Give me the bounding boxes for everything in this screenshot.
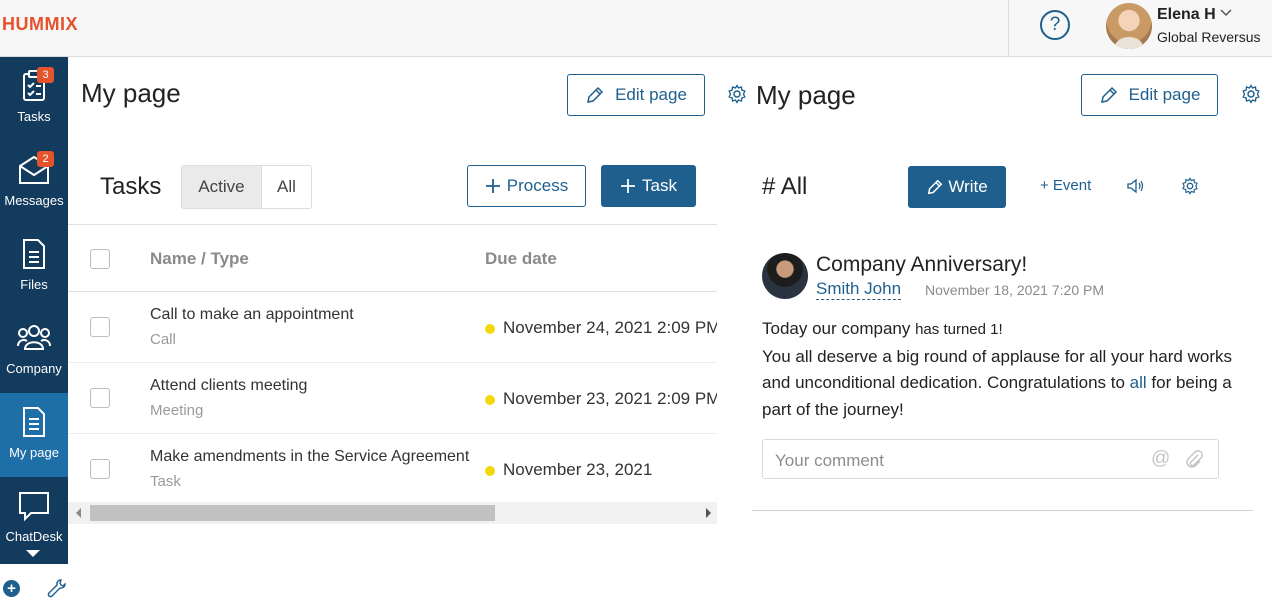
row-checkbox[interactable] [90, 388, 110, 408]
question-circle-icon[interactable]: ? [1040, 10, 1070, 40]
scroll-left-icon[interactable] [76, 508, 81, 518]
page-title-right: My page [756, 80, 856, 110]
post-text: Today our company [762, 319, 916, 338]
sidebar-item-company[interactable]: Company [0, 309, 68, 393]
status-dot [485, 324, 495, 334]
people-icon [17, 325, 51, 350]
task-name[interactable]: Attend clients meeting [150, 377, 307, 395]
logo[interactable]: HUMMIX [2, 14, 78, 35]
table-row[interactable]: Attend clients meeting Meeting November … [68, 363, 717, 434]
task-name[interactable]: Make amendments in the Service Agreement [150, 448, 469, 466]
gear-icon[interactable] [1241, 84, 1261, 104]
table-row[interactable]: Call to make an appointment Call Novembe… [68, 292, 717, 363]
user-name[interactable]: Elena H [1157, 6, 1216, 24]
add-process-button[interactable]: Process [467, 165, 586, 207]
filter-all-tab[interactable]: All [262, 166, 311, 208]
mention-all-link[interactable]: all [1130, 373, 1147, 392]
post-text: has turned 1! [915, 321, 1003, 338]
table-row[interactable]: Make amendments in the Service Agreement… [68, 434, 717, 505]
sidebar-item-label: Company [6, 361, 62, 376]
scrollbar-thumb[interactable] [90, 505, 495, 521]
plus-icon [485, 179, 500, 193]
table-header: Name / Type Due date [68, 224, 717, 292]
tasks-table: Name / Type Due date Call to make an app… [68, 224, 717, 524]
user-org: Global Reversus [1157, 29, 1261, 45]
page-icon [23, 407, 45, 437]
filter-active-tab[interactable]: Active [182, 166, 262, 208]
add-event-button[interactable]: + Event [1040, 177, 1091, 194]
horizontal-scrollbar[interactable] [68, 502, 717, 524]
badge-tasks: 3 [37, 67, 54, 83]
task-due: November 23, 2021 [503, 460, 653, 479]
post-author-avatar[interactable] [762, 253, 808, 299]
topbar-divider [1008, 0, 1009, 57]
sidebar-item-messages[interactable]: 2 Messages [0, 141, 68, 225]
gear-icon[interactable] [1181, 177, 1199, 195]
avatar[interactable] [1106, 3, 1152, 49]
page-title-left: My page [81, 78, 181, 108]
sidebar-item-tasks[interactable]: 3 Tasks [0, 57, 68, 141]
scroll-right-icon[interactable] [706, 508, 711, 518]
sidebar-item-my-page[interactable]: My page [0, 393, 68, 477]
chevron-down-icon[interactable] [1220, 6, 1232, 21]
sidebar-item-label: My page [9, 445, 59, 460]
edit-page-label: Edit page [1128, 85, 1201, 104]
select-all-checkbox[interactable] [90, 249, 110, 269]
plus-circle-icon[interactable]: + [3, 580, 20, 597]
post-divider [752, 510, 1253, 511]
sidebar-item-files[interactable]: Files [0, 225, 68, 309]
task-due: November 23, 2021 2:09 PM [503, 389, 717, 408]
sidebar-item-label: Files [20, 277, 48, 292]
add-task-button[interactable]: Task [601, 165, 696, 207]
edit-page-button-right[interactable]: Edit page [1081, 74, 1218, 116]
megaphone-icon[interactable] [1127, 178, 1145, 194]
status-dot [485, 466, 495, 476]
comment-placeholder: Your comment [775, 451, 884, 470]
row-checkbox[interactable] [90, 459, 110, 479]
post-title: Company Anniversary! [816, 253, 1028, 276]
sidebar-more-arrow-icon[interactable] [26, 550, 40, 557]
task-filter: Active All [181, 165, 312, 209]
mention-icon[interactable]: @ [1151, 448, 1170, 470]
status-dot [485, 395, 495, 405]
gear-icon[interactable] [727, 84, 747, 104]
document-icon [23, 239, 45, 269]
tasks-title: Tasks [100, 173, 162, 200]
chat-bubble-icon [19, 492, 49, 522]
paperclip-icon[interactable] [1184, 449, 1204, 469]
post-author-link[interactable]: Smith John [816, 279, 902, 300]
sidebar: 3 Tasks 2 Messages Files Company My page… [0, 57, 68, 564]
pencil-icon [1100, 86, 1117, 103]
plus-icon [621, 179, 636, 193]
post-date: November 18, 2021 7:20 PM [925, 282, 1104, 298]
task-type: Meeting [150, 402, 204, 419]
column-due-date[interactable]: Due date [485, 249, 557, 269]
row-checkbox[interactable] [90, 317, 110, 337]
pencil-icon [928, 179, 943, 195]
top-bar: HUMMIX ? Elena H Global Reversus [0, 0, 1272, 57]
task-name[interactable]: Call to make an appointment [150, 306, 354, 324]
column-name-type[interactable]: Name / Type [150, 249, 249, 269]
comment-input[interactable]: Your comment @ [762, 439, 1219, 479]
edit-page-label: Edit page [615, 85, 687, 104]
post-body: Today our company has turned 1! You all … [762, 316, 1242, 423]
edit-page-button-left[interactable]: Edit page [567, 74, 705, 116]
sidebar-item-chatdesk[interactable]: ChatDesk [0, 477, 68, 561]
task-type: Task [150, 473, 181, 490]
write-label: Write [948, 177, 988, 196]
task-type: Call [150, 331, 176, 348]
write-button[interactable]: Write [908, 166, 1006, 208]
app-root: HUMMIX ? Elena H Global Reversus 3 Tasks [0, 0, 1272, 601]
pencil-icon [587, 86, 604, 103]
sidebar-item-label: Tasks [17, 109, 51, 124]
wrench-icon[interactable] [47, 578, 67, 598]
process-label: Process [506, 176, 569, 195]
sidebar-item-label: Messages [4, 193, 64, 208]
task-due: November 24, 2021 2:09 PM [503, 318, 717, 337]
badge-messages: 2 [37, 151, 54, 167]
feed-title: # All [762, 173, 808, 200]
sidebar-item-label: ChatDesk [5, 529, 63, 544]
task-label: Task [642, 176, 677, 195]
